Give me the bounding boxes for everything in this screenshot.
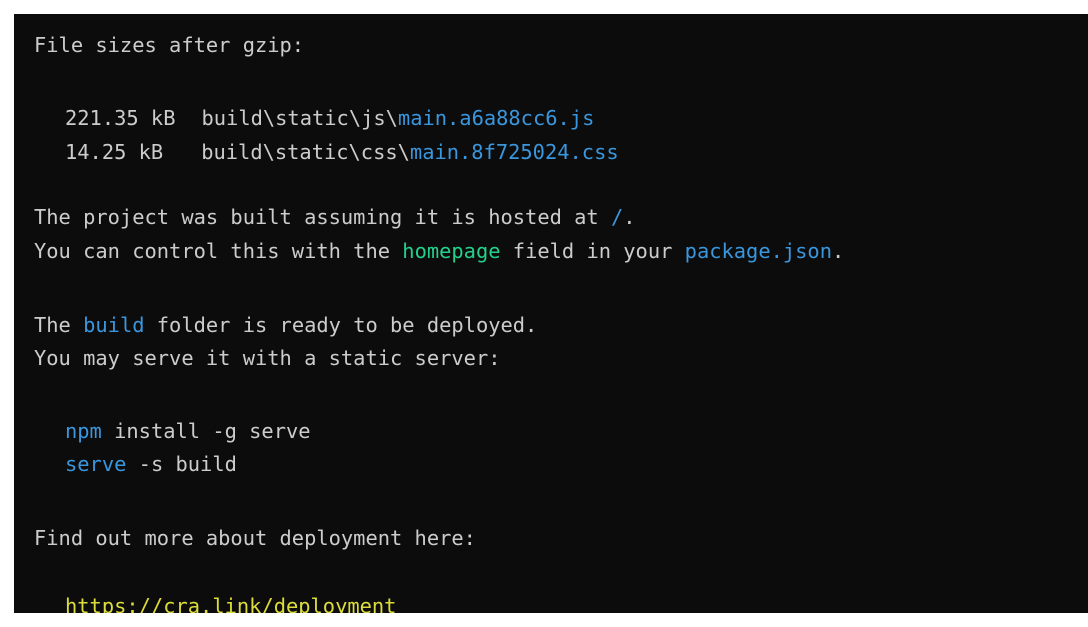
- folder-line: The build folder is ready to be deployed…: [34, 312, 537, 338]
- deployment-link-line: https://cra.link/deployment: [65, 593, 396, 613]
- command-line: npm install -g serve: [65, 418, 311, 444]
- gzip-heading: File sizes after gzip:: [34, 32, 304, 58]
- terminal-window[interactable]: File sizes after gzip: 221.35 kB build\st…: [14, 14, 1088, 613]
- control-line: You can control this with the homepage f…: [34, 238, 844, 264]
- hosted-path: /: [610, 205, 624, 229]
- serve-command: serve: [65, 452, 127, 476]
- serve-line-text: You may serve it with a static server:: [34, 346, 501, 370]
- homepage-field: homepage: [402, 239, 501, 263]
- deployment-link[interactable]: https://cra.link/deployment: [65, 594, 396, 613]
- hosted-text: The project was built assuming it is hos…: [34, 205, 611, 229]
- control-mid-text: field in your: [500, 239, 685, 263]
- control-suffix: .: [832, 239, 845, 263]
- file-size: 14.25 kB: [65, 140, 164, 164]
- more-line-text: Find out more about deployment here:: [34, 526, 476, 550]
- folder-text: The: [34, 313, 84, 337]
- file-name: main.a6a88cc6.js: [397, 106, 595, 130]
- hosted-suffix: .: [623, 205, 636, 229]
- serve-args: -s build: [126, 452, 237, 476]
- package-json-file: package.json: [684, 239, 832, 263]
- folder-suffix: folder is ready to be deployed.: [144, 313, 538, 337]
- file-dir: build\static\css\: [201, 140, 410, 164]
- more-line: Find out more about deployment here:: [34, 525, 476, 551]
- hosted-line: The project was built assuming it is hos…: [34, 204, 636, 230]
- gzip-heading-text: File sizes after gzip:: [34, 33, 305, 57]
- command-line: serve -s build: [65, 451, 237, 477]
- npm-command: npm: [65, 419, 102, 443]
- build-folder-name: build: [83, 313, 145, 337]
- control-text: You can control this with the: [34, 239, 403, 263]
- file-name: main.8f725024.css: [409, 140, 619, 164]
- file-size: 221.35 kB: [65, 106, 176, 130]
- file-row: 221.35 kB build\static\js\main.a6a88cc6.j…: [65, 105, 594, 131]
- serve-line: You may serve it with a static server:: [34, 345, 501, 371]
- file-row: 14.25 kB build\static\css\main.8f725024.c…: [65, 139, 619, 165]
- npm-args: install -g serve: [101, 419, 311, 443]
- file-dir: build\static\js\: [201, 106, 398, 130]
